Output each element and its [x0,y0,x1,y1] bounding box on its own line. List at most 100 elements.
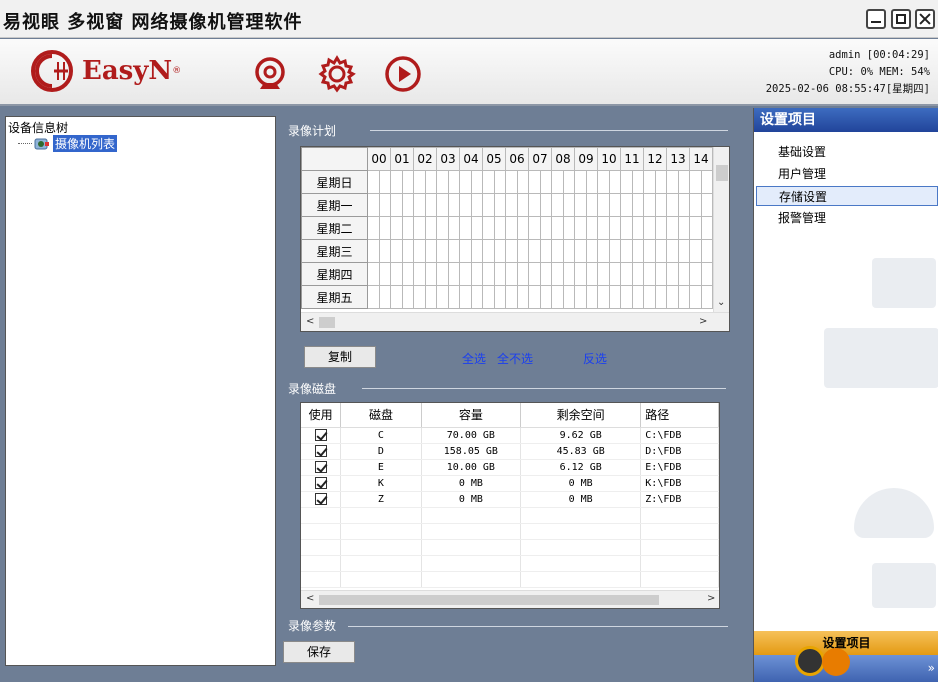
schedule-slot[interactable] [459,216,472,240]
camera-icon[interactable] [251,55,289,93]
schedule-slot[interactable] [597,193,610,217]
schedule-slot[interactable] [528,262,541,286]
scroll-left-icon[interactable]: < [306,593,314,604]
schedule-slot[interactable] [608,216,621,240]
schedule-slot[interactable] [482,239,495,263]
day-label[interactable]: 星期日 [301,170,368,194]
schedule-slot[interactable] [666,285,679,309]
schedule-slot[interactable] [677,193,690,217]
schedule-slot[interactable] [620,262,633,286]
schedule-slot[interactable] [505,239,518,263]
schedule-slot[interactable] [447,193,460,217]
schedule-slot[interactable] [401,170,414,194]
schedule-slot[interactable] [516,239,529,263]
schedule-table[interactable]: 00 01 02 03 04 05 06 07 08 09 10 11 12 13 14 星期日 星期一 星期二星… [301,147,713,309]
schedule-slot[interactable] [470,216,483,240]
disk-horizontal-scrollbar[interactable]: < > [301,590,719,608]
record-schedule-grid[interactable]: 00 01 02 03 04 05 06 07 08 09 10 11 12 13 14 星期日 星期一 星期二星… [300,146,730,332]
schedule-slot[interactable] [585,193,598,217]
schedule-slot[interactable] [574,193,587,217]
scroll-left-icon[interactable]: < [306,316,314,327]
schedule-slot[interactable] [493,239,506,263]
schedule-slot[interactable] [574,170,587,194]
schedule-slot[interactable] [378,216,391,240]
schedule-slot[interactable] [585,170,598,194]
schedule-slot[interactable] [608,170,621,194]
schedule-slot[interactable] [562,170,575,194]
schedule-slot[interactable] [539,285,552,309]
schedule-slot[interactable] [608,239,621,263]
schedule-slot[interactable] [677,262,690,286]
schedule-slot[interactable] [516,170,529,194]
hour-header[interactable]: 07 [528,147,552,171]
schedule-slot[interactable] [436,193,449,217]
schedule-slot[interactable] [643,170,656,194]
schedule-slot[interactable] [562,193,575,217]
use-checkbox[interactable] [314,445,327,457]
select-all-link[interactable]: 全选 [462,350,486,367]
day-label[interactable]: 星期二 [301,216,368,240]
schedule-slot[interactable] [459,239,472,263]
schedule-slot[interactable] [654,170,667,194]
schedule-slot[interactable] [551,193,564,217]
copy-button[interactable]: 复制 [304,346,376,368]
hour-header[interactable]: 03 [436,147,460,171]
schedule-slot[interactable] [689,262,702,286]
schedule-slot[interactable] [436,262,449,286]
schedule-slot[interactable] [620,239,633,263]
schedule-slot[interactable] [482,170,495,194]
schedule-slot[interactable] [493,193,506,217]
settings-item-users[interactable]: 用户管理 [756,164,938,184]
schedule-slot[interactable] [677,170,690,194]
schedule-slot[interactable] [378,239,391,263]
schedule-slot[interactable] [378,262,391,286]
schedule-slot[interactable] [631,239,644,263]
schedule-slot[interactable] [447,239,460,263]
schedule-slot[interactable] [551,262,564,286]
schedule-slot[interactable] [585,285,598,309]
schedule-slot[interactable] [505,170,518,194]
schedule-slot[interactable] [700,193,713,217]
settings-item-basic[interactable]: 基础设置 [756,142,938,162]
schedule-slot[interactable] [401,285,414,309]
hour-header[interactable]: 09 [574,147,598,171]
schedule-slot[interactable] [367,262,380,286]
tree-root[interactable]: 设备信息树 [8,119,68,136]
schedule-slot[interactable] [677,216,690,240]
hour-header[interactable]: 05 [482,147,506,171]
schedule-slot[interactable] [620,170,633,194]
schedule-slot[interactable] [447,216,460,240]
schedule-slot[interactable] [562,285,575,309]
scroll-right-icon[interactable]: > [707,593,715,604]
schedule-slot[interactable] [482,193,495,217]
day-label[interactable]: 星期五 [301,285,368,309]
use-checkbox[interactable] [314,493,327,505]
schedule-slot[interactable] [620,285,633,309]
schedule-slot[interactable] [631,216,644,240]
close-button[interactable] [915,9,935,29]
schedule-slot[interactable] [666,193,679,217]
schedule-slot[interactable] [516,216,529,240]
schedule-slot[interactable] [597,285,610,309]
hour-header[interactable]: 11 [620,147,644,171]
schedule-slot[interactable] [493,170,506,194]
schedule-slot[interactable] [551,285,564,309]
schedule-slot[interactable] [493,216,506,240]
schedule-slot[interactable] [539,239,552,263]
select-none-link[interactable]: 全不选 [497,350,533,367]
schedule-slot[interactable] [700,170,713,194]
schedule-horizontal-scrollbar[interactable]: < > [301,312,729,331]
schedule-slot[interactable] [631,170,644,194]
schedule-slot[interactable] [666,262,679,286]
schedule-slot[interactable] [378,193,391,217]
scroll-right-icon[interactable]: > [699,316,707,327]
schedule-slot[interactable] [700,239,713,263]
schedule-slot[interactable] [654,285,667,309]
hour-header[interactable]: 02 [413,147,437,171]
schedule-slot[interactable] [447,262,460,286]
more-chevron-icon[interactable]: » [928,661,935,675]
scroll-down-icon[interactable]: ⌄ [717,297,725,308]
invert-selection-link[interactable]: 反选 [583,350,607,367]
schedule-slot[interactable] [424,216,437,240]
schedule-slot[interactable] [574,285,587,309]
